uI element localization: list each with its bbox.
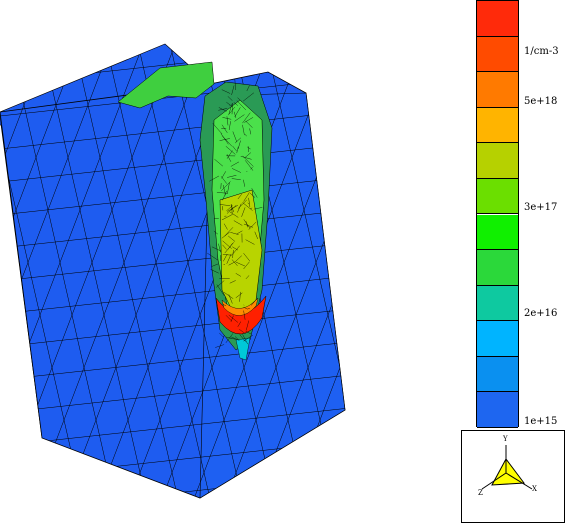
legend-unit-label: 1/cm-3 [524, 46, 559, 58]
legend-color-segment [477, 108, 518, 144]
legend-color-segment [477, 1, 518, 37]
legend-color-segment [477, 72, 518, 108]
legend-color-segment [477, 250, 518, 286]
legend-color-segment [477, 286, 518, 322]
legend-color-segment [477, 143, 518, 179]
z-axis-label: Z [478, 489, 483, 497]
legend-color-segment [477, 215, 518, 251]
legend-color-segment [477, 321, 518, 357]
x-axis-label: X [532, 485, 537, 493]
legend-tick-label: 2e+16 [524, 308, 557, 320]
legend-color-segment [477, 37, 518, 73]
legend-color-segment [477, 392, 518, 428]
orientation-triad[interactable]: Y Z X [461, 430, 565, 523]
mesh-viewport[interactable] [0, 0, 460, 525]
legend-color-segment [477, 357, 518, 393]
legend-color-segment [477, 179, 518, 215]
color-legend-bar [476, 0, 519, 427]
legend-tick-label: 1e+15 [524, 416, 557, 428]
legend-tick-label: 5e+18 [524, 96, 557, 108]
orientation-triad-graphic [462, 431, 566, 524]
legend-tick-label: 3e+17 [524, 202, 557, 214]
y-axis-label: Y [503, 435, 508, 443]
